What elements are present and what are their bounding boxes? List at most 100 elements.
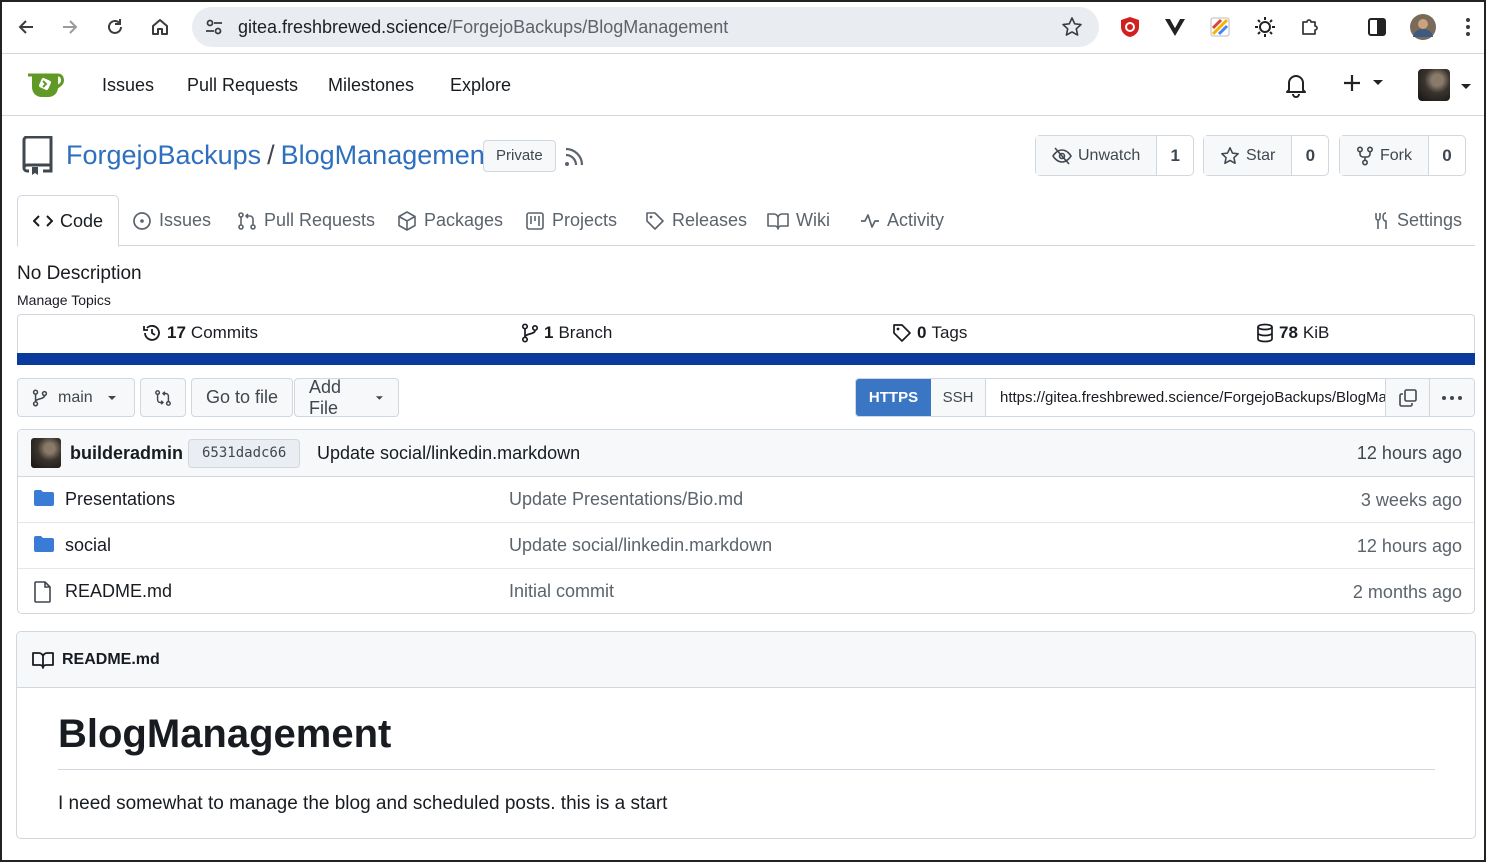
notifications-bell-icon[interactable] (1284, 72, 1308, 98)
sun-extension-icon[interactable] (1252, 14, 1278, 40)
file-name[interactable]: Presentations (65, 489, 175, 510)
tab-activity[interactable]: Activity (860, 195, 944, 246)
add-file-button[interactable]: Add File (294, 376, 399, 418)
compare-button[interactable] (140, 378, 186, 417)
project-icon (526, 211, 544, 230)
create-new-menu[interactable] (1342, 73, 1384, 93)
commit-author[interactable]: builderadmin (70, 443, 183, 464)
tab-wiki[interactable]: Wiki (767, 195, 830, 246)
extensions-puzzle-icon[interactable] (1297, 14, 1323, 40)
color-picker-extension-icon[interactable] (1207, 14, 1233, 40)
file-commit-message[interactable]: Update Presentations/Bio.md (509, 489, 743, 510)
bookmark-star-icon[interactable] (1061, 16, 1083, 38)
fork-button[interactable]: Fork (1340, 136, 1429, 175)
readme-panel: README.md BlogManagement I need somewhat… (16, 631, 1476, 839)
tab-issues[interactable]: Issues (132, 195, 211, 246)
side-panel-icon[interactable] (1364, 14, 1390, 40)
folder-icon (33, 535, 55, 553)
tab-packages-label: Packages (424, 210, 504, 230)
tags-label: Tags (931, 323, 968, 342)
tab-projects[interactable]: Projects (525, 195, 617, 246)
commits-count: 17 (167, 323, 186, 342)
more-options-button[interactable] (1430, 379, 1474, 416)
fork-count[interactable]: 0 (1429, 136, 1465, 175)
forgejo-logo-icon[interactable] (26, 69, 66, 99)
chevron-down-icon (107, 395, 116, 400)
user-avatar[interactable] (1418, 69, 1450, 101)
file-commit-message[interactable]: Update social/linkedin.markdown (509, 535, 772, 556)
url-text: gitea.freshbrewed.science/ForgejoBackups… (238, 17, 728, 38)
file-commit-message[interactable]: Initial commit (509, 581, 614, 602)
forward-icon[interactable] (56, 13, 84, 41)
commit-age: 12 hours ago (1356, 443, 1462, 463)
unwatch-button[interactable]: Unwatch (1036, 136, 1158, 175)
size-stat: 78 KiB (1256, 323, 1329, 343)
home-icon[interactable] (146, 13, 174, 41)
watch-count[interactable]: 1 (1157, 136, 1193, 175)
nav-milestones[interactable]: Milestones (328, 75, 414, 96)
star-button[interactable]: Star (1204, 136, 1293, 175)
code-icon (33, 215, 53, 227)
file-table: builderadmin 6531dadc66 Update social/li… (17, 429, 1475, 614)
tag-icon (893, 324, 911, 342)
tab-code[interactable]: Code (17, 195, 120, 247)
tab-wiki-label: Wiki (796, 210, 830, 230)
url-path: /ForgejoBackups/BlogManagement (447, 17, 729, 37)
user-menu-chevron-icon[interactable] (1460, 83, 1472, 91)
tab-settings-label: Settings (1397, 210, 1463, 230)
nav-explore[interactable]: Explore (450, 75, 511, 96)
branch-icon (32, 389, 48, 406)
go-to-file-button[interactable]: Go to file (191, 378, 294, 417)
tab-releases[interactable]: Releases (645, 195, 747, 246)
repo-name-link[interactable]: BlogManagement (281, 140, 493, 171)
reload-icon[interactable] (101, 13, 129, 41)
readme-body: I need somewhat to manage the blog and s… (58, 793, 668, 814)
repo-owner-link[interactable]: ForgejoBackups (66, 140, 261, 171)
commit-message[interactable]: Update social/linkedin.markdown (317, 443, 580, 464)
star-count[interactable]: 0 (1292, 136, 1328, 175)
tab-packages[interactable]: Packages (397, 195, 503, 246)
address-bar[interactable]: gitea.freshbrewed.science/ForgejoBackups… (192, 7, 1099, 47)
commits-stat[interactable]: 17 Commits (142, 323, 258, 343)
size-unit: KiB (1302, 323, 1330, 342)
file-name[interactable]: README.md (65, 581, 172, 602)
browser-menu-icon[interactable] (1455, 14, 1481, 40)
add-file-label: Add File (309, 376, 342, 418)
author-avatar[interactable] (31, 438, 61, 468)
tab-pull-requests[interactable]: Pull Requests (237, 195, 375, 246)
fork-icon (1356, 145, 1374, 166)
unwatch-label: Unwatch (1078, 146, 1141, 164)
clone-url-input[interactable]: https://gitea.freshbrewed.science/Forgej… (986, 379, 1386, 416)
plus-icon (1344, 75, 1360, 91)
kebab-horizontal-icon (1442, 395, 1462, 400)
tab-settings[interactable]: Settings (1372, 195, 1462, 246)
tags-stat[interactable]: 0 Tags (892, 323, 967, 343)
commit-sha[interactable]: 6531dadc66 (188, 439, 301, 468)
nav-pull-requests[interactable]: Pull Requests (187, 75, 298, 96)
tab-pull-requests-label: Pull Requests (264, 210, 376, 230)
commits-label: Commits (190, 323, 258, 342)
repo-tabs: Code Issues Pull Requests Packages Proje… (17, 195, 1475, 247)
profile-avatar-icon[interactable] (1410, 14, 1436, 40)
star-icon (1221, 146, 1239, 164)
ublock-extension-icon[interactable] (1117, 14, 1143, 40)
file-age: 3 weeks ago (1360, 490, 1462, 510)
manage-topics-link[interactable]: Manage Topics (17, 292, 111, 308)
copy-url-button[interactable] (1386, 379, 1430, 416)
branch-selector[interactable]: main (17, 378, 135, 417)
ssh-clone-tab[interactable]: SSH (931, 379, 986, 416)
language-bar (17, 353, 1475, 365)
readme-filename[interactable]: README.md (62, 651, 160, 669)
rss-feed-icon[interactable] (563, 146, 585, 168)
book-icon (32, 651, 54, 669)
branches-label: Branch (558, 323, 613, 342)
nav-issues[interactable]: Issues (102, 75, 154, 96)
eye-closed-icon (1052, 146, 1072, 165)
branches-stat[interactable]: 1 Branch (521, 323, 612, 343)
back-icon[interactable] (12, 13, 40, 41)
vue-extension-icon[interactable] (1162, 14, 1188, 40)
site-info-icon[interactable] (204, 17, 224, 37)
file-name[interactable]: social (65, 535, 111, 556)
readme-header: README.md (17, 632, 1475, 688)
https-clone-tab[interactable]: HTTPS (856, 379, 931, 416)
